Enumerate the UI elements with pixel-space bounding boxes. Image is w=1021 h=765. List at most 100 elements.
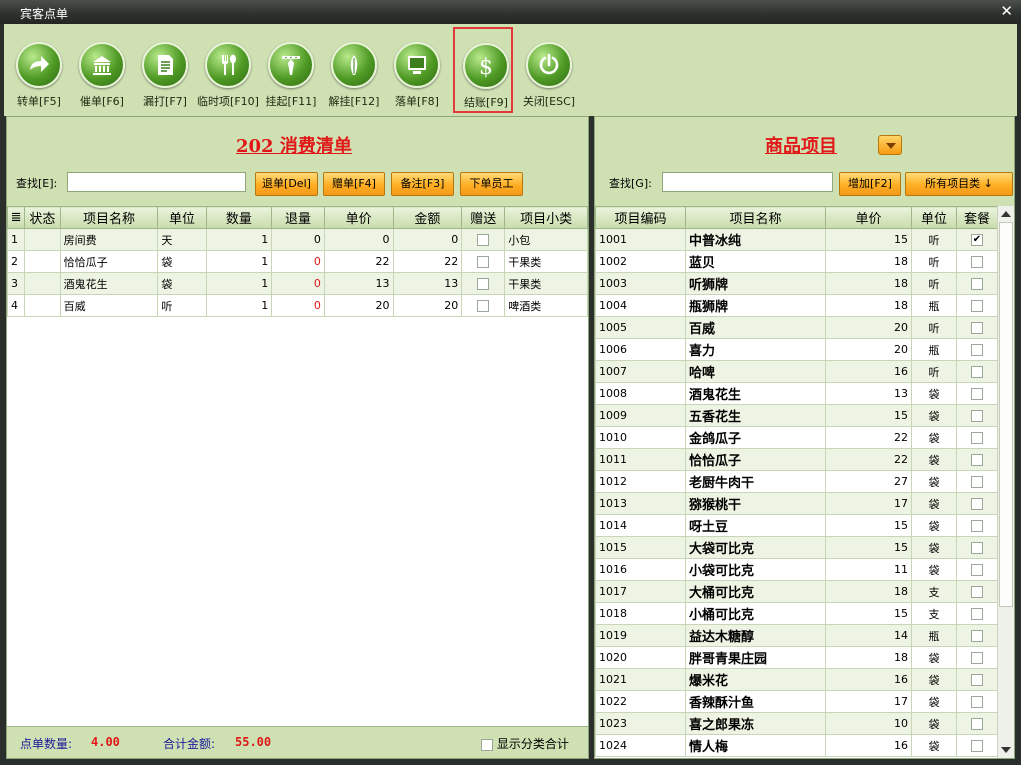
- product-row[interactable]: 1012 老厨牛肉干 27 袋: [595, 470, 998, 493]
- col-product-unit[interactable]: 单位: [911, 206, 957, 229]
- product-combo[interactable]: [956, 580, 998, 603]
- product-combo[interactable]: [956, 514, 998, 537]
- col-returned[interactable]: 退量: [271, 206, 325, 229]
- order-row[interactable]: 4 百威听 1 0 20 20 啤酒类: [6, 294, 588, 317]
- col-product-name[interactable]: 项目名称: [685, 206, 826, 229]
- toolbar-button-power[interactable]: 关闭[ESC]: [518, 28, 580, 112]
- col-product-combo[interactable]: 套餐: [956, 206, 998, 229]
- product-row[interactable]: 1014 呀土豆 15 袋: [595, 514, 998, 537]
- product-combo-checkbox[interactable]: [971, 300, 983, 312]
- product-row[interactable]: 1006 喜力 20 瓶: [595, 338, 998, 361]
- product-row[interactable]: 1023 喜之郎果冻 10 袋: [595, 712, 998, 735]
- category-filter-button[interactable]: 所有项目类 ↓: [905, 172, 1013, 196]
- order-row[interactable]: 1 房间费天 1 0 0 0 小包: [6, 228, 588, 251]
- toolbar-button-dollar[interactable]: $ 结账[F9]: [453, 27, 513, 113]
- product-scrollbar[interactable]: [997, 206, 1014, 758]
- product-combo[interactable]: [956, 712, 998, 735]
- product-search-input[interactable]: [662, 172, 833, 192]
- col-amount[interactable]: 金额: [392, 206, 463, 229]
- row-gift-checkbox[interactable]: [477, 300, 490, 312]
- product-row[interactable]: 1024 情人梅 16 袋: [595, 734, 998, 757]
- order-row[interactable]: 2 恰恰瓜子袋 1 0 22 22 干果类: [6, 250, 588, 273]
- product-combo[interactable]: [956, 316, 998, 339]
- product-combo[interactable]: [956, 558, 998, 581]
- product-combo-checkbox[interactable]: [971, 740, 983, 752]
- row-gift[interactable]: [461, 228, 506, 251]
- product-combo-checkbox[interactable]: [971, 366, 983, 378]
- product-combo[interactable]: [956, 250, 998, 273]
- product-combo[interactable]: [956, 426, 998, 449]
- product-row[interactable]: 1019 益达木糖醇 14 瓶: [595, 624, 998, 647]
- toolbar-button-fork-spoon[interactable]: 临时项[F10]: [197, 28, 259, 112]
- product-combo-checkbox[interactable]: [971, 674, 983, 686]
- product-row[interactable]: 1017 大桶可比克 18 支: [595, 580, 998, 603]
- product-row[interactable]: 1003 听狮牌 18 听: [595, 272, 998, 295]
- gift-button[interactable]: 赠单[F4]: [323, 172, 385, 196]
- product-combo-checkbox[interactable]: [971, 344, 983, 356]
- product-combo-checkbox[interactable]: ✔: [971, 234, 983, 246]
- product-row[interactable]: 1001 中普冰纯 15 听 ✔: [595, 228, 998, 251]
- product-combo-checkbox[interactable]: [971, 718, 983, 730]
- product-row[interactable]: 1010 金鸽瓜子 22 袋: [595, 426, 998, 449]
- product-row[interactable]: 1004 瓶狮牌 18 瓶: [595, 294, 998, 317]
- product-combo-checkbox[interactable]: [971, 432, 983, 444]
- col-gift[interactable]: 赠送: [461, 206, 506, 229]
- product-combo[interactable]: [956, 646, 998, 669]
- chevron-down-icon[interactable]: [878, 135, 902, 155]
- order-row[interactable]: 3 酒鬼花生袋 1 0 13 13 干果类: [6, 272, 588, 295]
- product-combo[interactable]: [956, 272, 998, 295]
- product-combo-checkbox[interactable]: [971, 256, 983, 268]
- product-combo[interactable]: [956, 360, 998, 383]
- add-product-button[interactable]: 增加[F2]: [839, 172, 901, 196]
- col-product-price[interactable]: 单价: [825, 206, 912, 229]
- col-category[interactable]: 项目小类: [504, 206, 588, 229]
- product-combo[interactable]: [956, 624, 998, 647]
- show-category-checkbox[interactable]: [481, 738, 493, 751]
- toolbar-button-monitor[interactable]: 落单[F8]: [386, 28, 448, 112]
- col-item-name[interactable]: 项目名称: [59, 206, 159, 229]
- product-row[interactable]: 1018 小桶可比克 15 支: [595, 602, 998, 625]
- product-row[interactable]: 1008 酒鬼花生 13 袋: [595, 382, 998, 405]
- col-quantity[interactable]: 数量: [205, 206, 273, 229]
- product-combo-checkbox[interactable]: [971, 542, 983, 554]
- product-combo[interactable]: ✔: [956, 228, 998, 251]
- col-product-code[interactable]: 项目编码: [595, 206, 686, 229]
- product-combo[interactable]: [956, 338, 998, 361]
- product-combo-checkbox[interactable]: [971, 410, 983, 422]
- order-search-input[interactable]: [67, 172, 246, 192]
- product-row[interactable]: 1011 恰恰瓜子 22 袋: [595, 448, 998, 471]
- product-combo[interactable]: [956, 404, 998, 427]
- product-row[interactable]: 1009 五香花生 15 袋: [595, 404, 998, 427]
- scroll-thumb[interactable]: [999, 222, 1013, 607]
- product-row[interactable]: 1020 胖哥青果庄园 18 袋: [595, 646, 998, 669]
- product-combo[interactable]: [956, 470, 998, 493]
- product-combo-checkbox[interactable]: [971, 630, 983, 642]
- product-combo-checkbox[interactable]: [971, 476, 983, 488]
- product-combo-checkbox[interactable]: [971, 608, 983, 620]
- product-row[interactable]: 1005 百威 20 听: [595, 316, 998, 339]
- product-combo-checkbox[interactable]: [971, 322, 983, 334]
- product-combo[interactable]: [956, 492, 998, 515]
- col-menu-icon[interactable]: ≣: [6, 206, 26, 229]
- row-gift-checkbox[interactable]: [477, 234, 490, 246]
- refund-button[interactable]: 退单[Del]: [255, 172, 318, 196]
- row-gift[interactable]: [461, 294, 506, 317]
- remark-button[interactable]: 备注[F3]: [391, 172, 454, 196]
- product-combo-checkbox[interactable]: [971, 278, 983, 290]
- col-unit[interactable]: 单位: [157, 206, 207, 229]
- product-row[interactable]: 1021 爆米花 16 袋: [595, 668, 998, 691]
- product-combo-checkbox[interactable]: [971, 696, 983, 708]
- toolbar-button-building[interactable]: 催单[F6]: [71, 28, 133, 112]
- close-icon[interactable]: ✕: [1000, 2, 1013, 20]
- row-gift-checkbox[interactable]: [477, 256, 490, 268]
- product-row[interactable]: 1015 大袋可比克 15 袋: [595, 536, 998, 559]
- product-combo[interactable]: [956, 690, 998, 713]
- show-category-toggle[interactable]: 显示分类合计: [481, 735, 569, 752]
- product-row[interactable]: 1016 小袋可比克 11 袋: [595, 558, 998, 581]
- row-gift[interactable]: [461, 250, 506, 273]
- product-combo-checkbox[interactable]: [971, 520, 983, 532]
- product-row[interactable]: 1002 蓝贝 18 听: [595, 250, 998, 273]
- scroll-down-icon[interactable]: [1001, 747, 1011, 753]
- product-combo[interactable]: [956, 734, 998, 757]
- product-combo-checkbox[interactable]: [971, 388, 983, 400]
